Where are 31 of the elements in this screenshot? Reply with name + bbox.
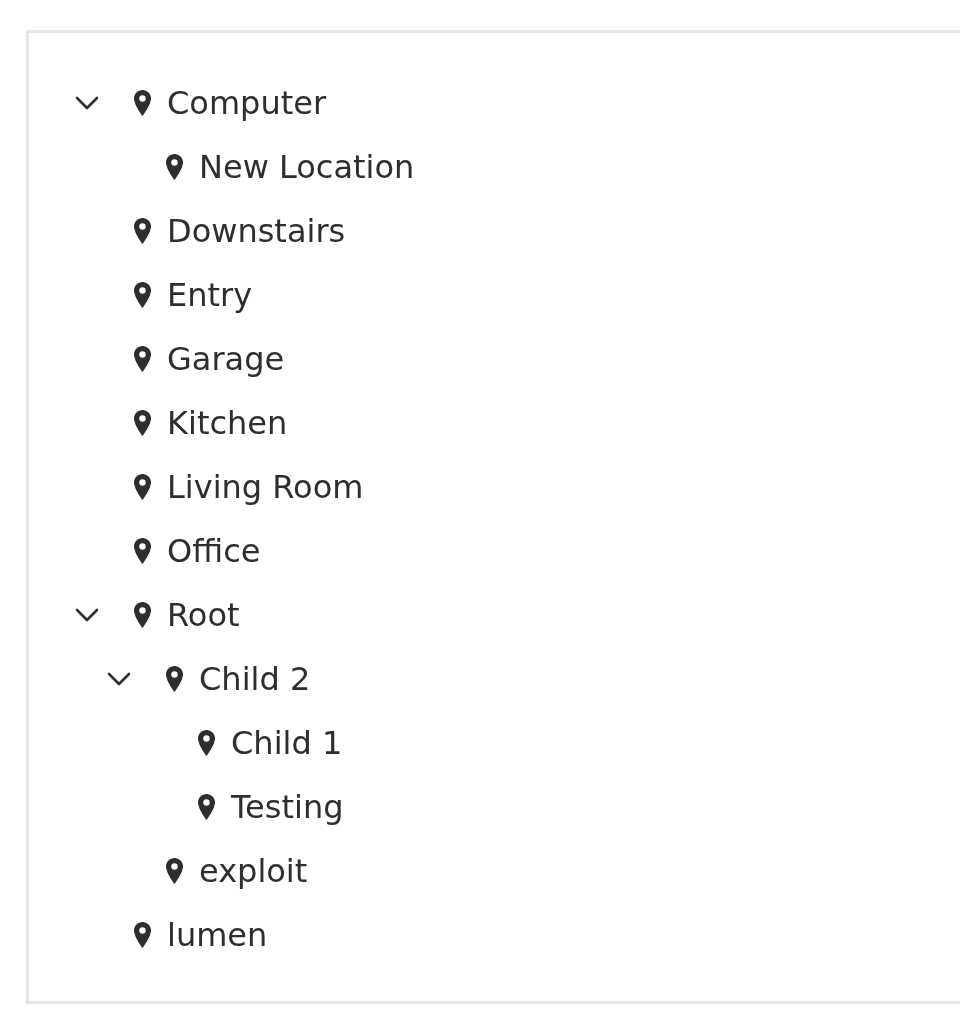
map-pin-icon — [134, 602, 151, 628]
tree-item-label[interactable]: Downstairs — [167, 211, 346, 251]
map-pin-icon — [134, 410, 151, 436]
map-pin-icon — [134, 538, 151, 564]
map-pin-icon — [134, 218, 151, 244]
map-pin-icon — [166, 666, 183, 692]
tree-item-label[interactable]: Root — [167, 595, 240, 635]
tree-item-label[interactable]: exploit — [199, 851, 308, 891]
tree-item-label[interactable]: lumen — [167, 915, 268, 955]
tree-item-label[interactable]: Testing — [231, 787, 344, 827]
map-pin-icon — [134, 474, 151, 500]
tree-item-label[interactable]: Living Room — [167, 467, 364, 507]
chevron-down-icon[interactable] — [107, 672, 131, 686]
map-pin-icon — [134, 346, 151, 372]
tree-item-label[interactable]: Garage — [167, 339, 285, 379]
tree-item-label[interactable]: Child 1 — [231, 723, 343, 763]
tree-item-label[interactable]: Computer — [167, 83, 327, 123]
map-pin-icon — [134, 282, 151, 308]
map-pin-icon — [166, 858, 183, 884]
tree-item-label[interactable]: Entry — [167, 275, 253, 315]
map-pin-icon — [166, 154, 183, 180]
tree-item-label[interactable]: Child 2 — [199, 659, 311, 699]
map-pin-icon — [134, 90, 151, 116]
tree-item-label[interactable]: Kitchen — [167, 403, 288, 443]
map-pin-icon — [198, 794, 215, 820]
map-pin-icon — [134, 922, 151, 948]
tree-item-label[interactable]: New Location — [199, 147, 415, 187]
chevron-down-icon[interactable] — [75, 96, 99, 110]
chevron-down-icon[interactable] — [75, 608, 99, 622]
map-pin-icon — [198, 730, 215, 756]
tree-item-label[interactable]: Office — [167, 531, 261, 571]
